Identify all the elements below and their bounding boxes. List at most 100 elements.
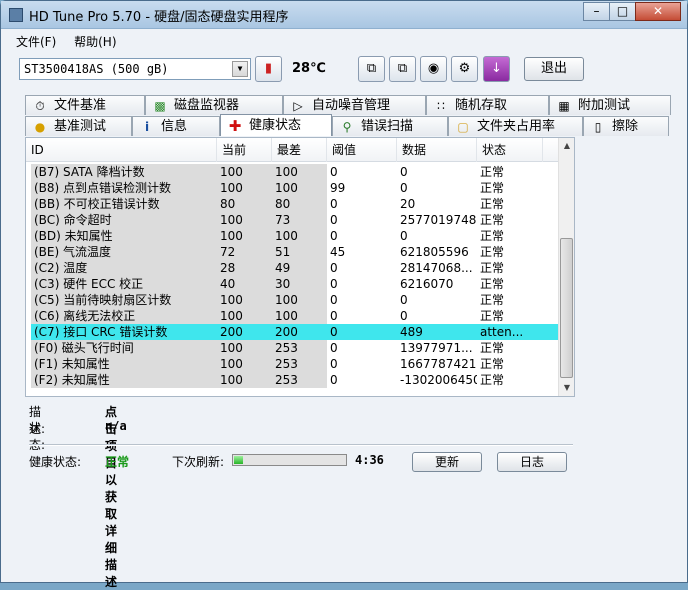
cell-data: 0: [400, 165, 408, 179]
chevron-down-icon[interactable]: ▼: [232, 61, 248, 77]
tab-label: 随机存取: [455, 97, 508, 113]
table-row[interactable]: (BD) 未知属性 100 100 0 0 正常: [31, 228, 558, 244]
tab-label: 自动噪音管理: [312, 97, 391, 113]
cell-worst: 100: [272, 180, 327, 196]
tab-file-benchmark[interactable]: ⏱ 文件基准: [25, 95, 145, 115]
log-button[interactable]: 日志: [497, 452, 567, 472]
cell-worst: 100: [272, 292, 327, 308]
table-row[interactable]: (BE) 气流温度 72 51 45 621805596 正常: [31, 244, 558, 260]
vertical-scrollbar[interactable]: ▲ ▼: [558, 138, 574, 396]
tab-aam[interactable]: ▷ 自动噪音管理: [283, 95, 426, 115]
cell-data: 621805596: [400, 245, 469, 259]
settings-icon[interactable]: ⚙: [451, 56, 478, 82]
cell-data: 28147068...: [400, 261, 473, 275]
table-row[interactable]: (C5) 当前待映射扇区计数 100 100 0 0 正常: [31, 292, 558, 308]
cell-status: 正常: [480, 309, 505, 323]
cell-worst: 100: [272, 164, 327, 180]
tab-benchmark[interactable]: ● 基准测试: [25, 116, 132, 136]
table-row[interactable]: (C7) 接口 CRC 错误计数 200 200 0 489 atten...: [31, 324, 558, 340]
table-row[interactable]: (F0) 磁头飞行时间 100 253 0 13977971... 正常: [31, 340, 558, 356]
column-data[interactable]: 数据: [397, 138, 477, 162]
cell-threshold: 45: [330, 245, 346, 259]
tab-label: 擦除: [612, 118, 639, 134]
health-cross-icon: ✚: [228, 116, 242, 135]
title-bar[interactable]: HD Tune Pro 5.70 - 硬盘/固态硬盘实用程序 – □ ✕: [1, 1, 687, 29]
exit-button[interactable]: 退出: [524, 57, 584, 81]
app-icon: [9, 8, 23, 22]
cell-data: 489: [400, 325, 423, 339]
tab-label: 信息: [161, 118, 188, 134]
cell-current: 100: [217, 228, 272, 244]
tab-error-scan[interactable]: ⚲ 错误扫描: [332, 116, 448, 136]
cell-threshold: 0: [330, 261, 338, 275]
divider: [29, 444, 573, 446]
speaker-icon: ▷: [293, 98, 303, 113]
tab-info[interactable]: i 信息: [132, 116, 220, 136]
column-current[interactable]: 当前: [217, 138, 272, 162]
table-row[interactable]: (C6) 离线无法校正 100 100 0 0 正常: [31, 308, 558, 324]
cell-worst: 73: [272, 212, 327, 228]
cell-current: 100: [217, 308, 272, 324]
minimize-button[interactable]: –: [583, 2, 610, 21]
cell-data: 0: [400, 309, 408, 323]
copy-icon[interactable]: ⧉: [358, 56, 385, 82]
table-row[interactable]: (B7) SATA 降档计数 100 100 0 0 正常: [31, 164, 558, 180]
cell-data: 0: [400, 293, 408, 307]
tab-folder-usage[interactable]: ▢ 文件夹占用率: [448, 116, 583, 136]
cell-status: 正常: [480, 165, 505, 179]
cell-status: 正常: [480, 293, 505, 307]
table-row[interactable]: (F2) 未知属性 100 253 0 -1302006450 正常: [31, 372, 558, 388]
cell-current: 40: [217, 276, 272, 292]
cell-id: (F0) 磁头飞行时间: [31, 340, 217, 356]
extra-tests-icon: ▦: [558, 98, 570, 113]
column-id[interactable]: ID: [26, 138, 217, 162]
scroll-down-icon[interactable]: ▼: [559, 380, 575, 396]
cell-threshold: 0: [330, 277, 338, 291]
tab-extra-tests[interactable]: ▦ 附加测试: [549, 95, 671, 115]
cell-status: 正常: [480, 213, 505, 227]
menu-bar: 文件(F) 帮助(H): [9, 31, 681, 51]
download-icon[interactable]: ↓: [483, 56, 510, 82]
cell-threshold: 0: [330, 293, 338, 307]
cell-status: atten...: [480, 325, 524, 339]
tab-erase[interactable]: ▯ 擦除: [583, 116, 669, 136]
menu-help[interactable]: 帮助(H): [67, 31, 123, 52]
close-button[interactable]: ✕: [635, 2, 681, 21]
table-row[interactable]: (BC) 命令超时 100 73 0 25770197488 正常: [31, 212, 558, 228]
table-row[interactable]: (F1) 未知属性 100 253 0 1667787421 正常: [31, 356, 558, 372]
column-worst[interactable]: 最差: [272, 138, 327, 162]
refresh-button[interactable]: 更新: [412, 452, 482, 472]
cell-id: (F1) 未知属性: [31, 356, 217, 372]
table-row[interactable]: (BB) 不可校正错误计数 80 80 0 20 正常: [31, 196, 558, 212]
cell-current: 100: [217, 180, 272, 196]
tab-label: 基准测试: [54, 118, 107, 134]
drive-select[interactable]: ST3500418AS (500 gB) ▼: [19, 58, 251, 80]
tab-random-access[interactable]: ∷ 随机存取: [426, 95, 549, 115]
cell-status: 正常: [480, 229, 505, 243]
cell-current: 80: [217, 196, 272, 212]
scroll-up-icon[interactable]: ▲: [559, 138, 575, 154]
camera-icon[interactable]: ◉: [420, 56, 447, 82]
cell-data: 13977971...: [400, 341, 473, 355]
menu-file[interactable]: 文件(F): [9, 31, 63, 52]
scroll-thumb[interactable]: [560, 238, 573, 378]
tab-label: 错误扫描: [361, 118, 414, 134]
table-row[interactable]: (B8) 点到点错误检测计数 100 100 99 0 正常: [31, 180, 558, 196]
tab-health[interactable]: ✚ 健康状态: [220, 114, 332, 136]
file-benchmark-icon: ⏱: [35, 98, 45, 113]
cell-id: (BE) 气流温度: [31, 244, 217, 260]
cell-data: 25770197488: [400, 213, 477, 227]
cell-threshold: 0: [330, 373, 338, 387]
cell-id: (B7) SATA 降档计数: [31, 164, 217, 180]
table-row[interactable]: (C2) 温度 28 49 0 28147068... 正常: [31, 260, 558, 276]
bulb-icon: ●: [34, 119, 46, 134]
column-status[interactable]: 状态: [477, 138, 543, 162]
cell-id: (C6) 离线无法校正: [31, 308, 217, 324]
maximize-button[interactable]: □: [609, 2, 636, 21]
tab-disk-monitor[interactable]: ▩ 磁盘监视器: [145, 95, 283, 115]
folder-icon: ▢: [457, 119, 469, 134]
table-row[interactable]: (C3) 硬件 ECC 校正 40 30 0 6216070 正常: [31, 276, 558, 292]
next-refresh-label: 下次刷新:: [172, 455, 225, 469]
column-threshold[interactable]: 阈值: [327, 138, 397, 162]
copy-info-icon[interactable]: ⧉: [389, 56, 416, 82]
